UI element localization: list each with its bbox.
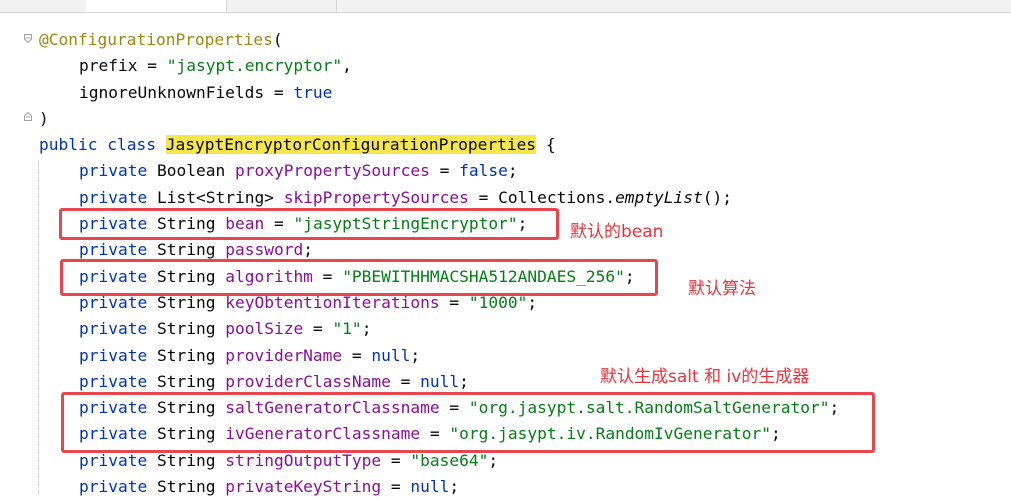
field-value-method: emptyList	[615, 187, 703, 207]
annotation-token: @ConfigurationProperties	[39, 30, 273, 49]
field-value: null	[371, 345, 411, 365]
field-type: String	[156, 240, 216, 260]
field-type: String	[156, 371, 216, 391]
code-line: prefix = "jasypt.encryptor",	[79, 56, 352, 76]
field-name: skipPropertySources	[283, 187, 469, 207]
highlight-box-generators	[61, 392, 875, 453]
param-key: prefix	[79, 56, 138, 76]
field-type: String	[156, 319, 216, 339]
field-value-class: Collections	[498, 187, 606, 207]
field-name: poolSize	[225, 319, 304, 339]
highlight-box-bean	[59, 208, 559, 240]
annotation-bean-note: 默认的bean	[570, 222, 664, 242]
field-name: providerName	[225, 345, 343, 365]
annotation-algorithm-note: 默认算法	[688, 279, 756, 299]
field-line: private Boolean proxyPropertySources = f…	[79, 161, 518, 181]
field-name: privateKeyString	[225, 477, 382, 497]
editor-tab-bar	[0, 0, 1011, 13]
field-type: String	[156, 345, 216, 365]
field-value: null	[420, 371, 460, 391]
field-value: "1"	[332, 319, 362, 339]
editor-gutter	[0, 13, 32, 494]
field-value: "base64"	[410, 450, 489, 470]
code-line: public class JasyptEncryptorConfiguratio…	[39, 135, 556, 155]
field-value: null	[410, 477, 450, 497]
field-line: private String poolSize = "1";	[79, 319, 372, 339]
field-name: password	[225, 240, 304, 260]
field-type: Boolean	[156, 161, 226, 181]
keyword: class	[107, 135, 156, 155]
fold-collapse-icon[interactable]	[24, 34, 32, 43]
string-literal: "jasypt.encryptor"	[166, 56, 343, 76]
param-key: ignoreUnknownFields	[79, 82, 265, 102]
editor-tab-active[interactable]	[86, 0, 227, 12]
field-type: List<String>	[156, 187, 274, 207]
annotation-generator-note: 默认生成salt 和 iv的生成器	[600, 367, 810, 387]
field-value: false	[459, 161, 508, 181]
editor-tab[interactable]	[226, 0, 337, 12]
fold-end-icon[interactable]	[24, 112, 32, 121]
field-line: private String privateKeyString = null;	[79, 477, 460, 497]
keyword: public	[39, 135, 98, 155]
editor-tab[interactable]	[0, 0, 87, 12]
field-name: proxyPropertySources	[234, 161, 430, 181]
field-name: stringOutputType	[225, 450, 382, 470]
field-name: providerClassName	[225, 371, 391, 391]
field-type: String	[156, 450, 216, 470]
code-line: @ConfigurationProperties(	[39, 30, 283, 49]
code-line: ignoreUnknownFields = true	[79, 82, 333, 102]
keyword: true	[293, 82, 333, 102]
code-line: )	[39, 108, 49, 128]
field-type: String	[156, 477, 216, 497]
highlight-box-algorithm	[60, 259, 658, 296]
class-name-highlighted: JasyptEncryptorConfigurationProperties	[165, 135, 537, 155]
